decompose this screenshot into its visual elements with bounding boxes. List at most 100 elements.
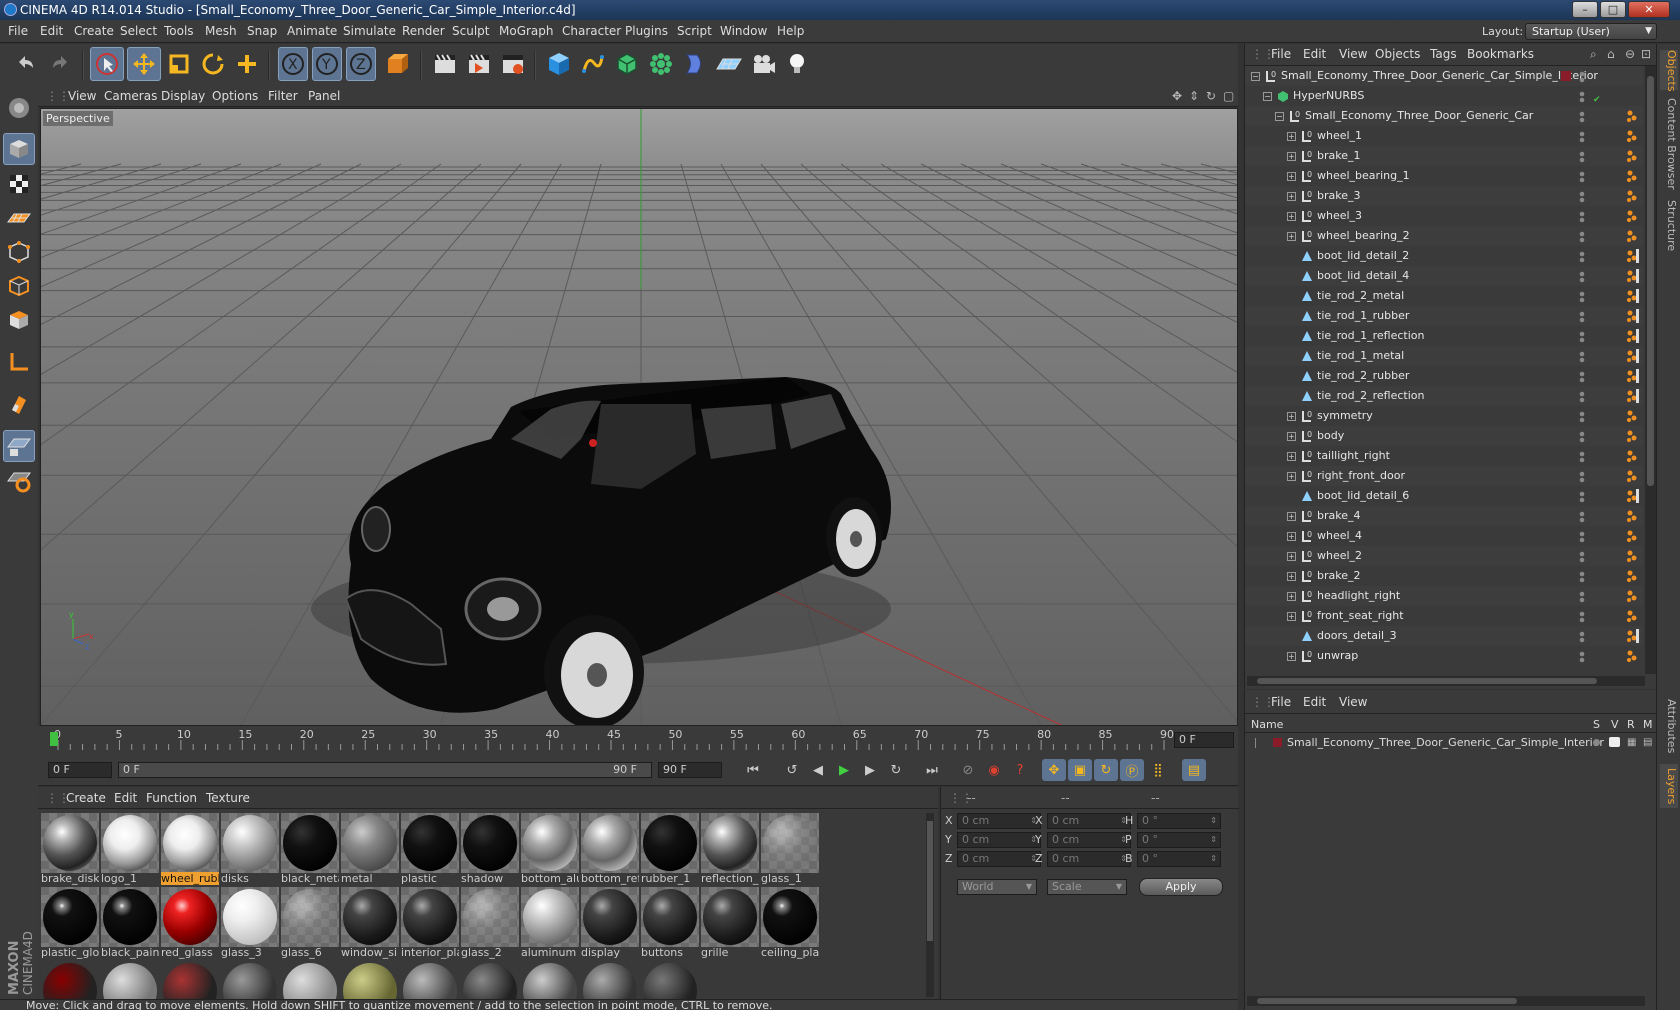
object-name[interactable]: wheel_bearing_2	[1317, 226, 1410, 246]
material-swatch-partial[interactable]	[160, 961, 220, 999]
object-name[interactable]: Small_Economy_Three_Door_Generic_Car	[1305, 106, 1533, 126]
maximize-button[interactable]: □	[1600, 1, 1626, 18]
visibility-dots[interactable]	[1579, 90, 1585, 103]
material-swatch[interactable]: glass_3	[220, 887, 280, 961]
stepper-arrows-icon[interactable]: ⇕	[1210, 814, 1217, 828]
layers-column-solo[interactable]: S	[1593, 717, 1600, 733]
visibility-dots[interactable]	[1579, 210, 1585, 223]
material-swatch[interactable]: logo_1	[100, 813, 160, 887]
material-swatch-partial[interactable]	[640, 961, 700, 999]
enabled-toggle[interactable]	[1593, 630, 1603, 642]
object-name[interactable]: headlight_right	[1317, 586, 1400, 606]
material-tag-icon[interactable]	[1625, 529, 1639, 543]
workplane-lock-button[interactable]	[3, 430, 35, 462]
visibility-dots[interactable]	[1579, 350, 1585, 363]
collapse-icon[interactable]: −	[1275, 112, 1284, 121]
menu-window[interactable]: Window	[720, 20, 767, 43]
stepper-arrows-icon[interactable]: ⇕	[1210, 852, 1217, 866]
menu-select[interactable]: Select	[120, 20, 157, 43]
object-name[interactable]: boot_lid_detail_2	[1317, 246, 1409, 266]
visibility-dots[interactable]	[1579, 630, 1585, 643]
visibility-dots[interactable]	[1579, 370, 1585, 383]
motion-path-button[interactable]: ⊘	[956, 759, 980, 781]
polygons-mode-button[interactable]	[3, 304, 35, 336]
material-tag-icon[interactable]	[1625, 329, 1639, 343]
menu-help[interactable]: Help	[777, 20, 804, 43]
texture-mode-button[interactable]	[3, 168, 35, 200]
object-row[interactable]: tie_rod_2_metal	[1245, 286, 1643, 306]
layers-column-name[interactable]: Name	[1251, 717, 1283, 733]
viewport-rotate-icon[interactable]: ↻	[1206, 86, 1216, 107]
material-swatch[interactable]: disks	[220, 813, 280, 887]
spline-pen-button[interactable]	[576, 47, 610, 81]
key-rotation-button[interactable]: ↻	[1094, 759, 1118, 781]
visibility-dots[interactable]	[1579, 410, 1585, 423]
material-swatch[interactable]: rubber_1	[640, 813, 700, 887]
expand-icon[interactable]: +	[1287, 512, 1296, 521]
expand-icon[interactable]: +	[1287, 612, 1296, 621]
edges-mode-button[interactable]	[3, 270, 35, 302]
object-name[interactable]: right_front_door	[1317, 466, 1405, 486]
object-row[interactable]: +0 right_front_door	[1245, 466, 1643, 486]
material-tag-icon[interactable]	[1625, 269, 1639, 283]
object-row[interactable]: +0 wheel_bearing_2	[1245, 226, 1643, 246]
objects-menu-view[interactable]: View	[1339, 44, 1367, 64]
enabled-toggle[interactable]	[1593, 310, 1603, 322]
manager-toggle-icon[interactable]: ▤	[1643, 734, 1652, 752]
expand-icon[interactable]: +	[1287, 212, 1296, 221]
menu-mograph[interactable]: MoGraph	[499, 20, 554, 43]
new-window-icon[interactable]: ⊡	[1641, 44, 1651, 64]
snap-button[interactable]	[3, 388, 35, 420]
current-frame-field[interactable]: 0 F	[1174, 732, 1234, 748]
object-name[interactable]: tie_rod_2_metal	[1317, 286, 1404, 306]
expand-icon[interactable]: +	[1287, 552, 1296, 561]
material-swatch-partial[interactable]	[400, 961, 460, 999]
material-swatch[interactable]: ceiling_pla	[760, 887, 820, 961]
object-name[interactable]: tie_rod_1_rubber	[1317, 306, 1409, 326]
object-name[interactable]: wheel_bearing_1	[1317, 166, 1410, 186]
material-tag-icon[interactable]	[1625, 289, 1639, 303]
coord-value-field[interactable]: 0 cm ⇕	[957, 813, 1041, 829]
expand-icon[interactable]: +	[1287, 572, 1296, 581]
visibility-dots[interactable]	[1579, 390, 1585, 403]
visibility-dots[interactable]	[1579, 310, 1585, 323]
timeline-button[interactable]: ▤	[1182, 759, 1206, 781]
viewport-menu-display[interactable]: Display	[161, 86, 205, 107]
rotate-tool-button[interactable]	[196, 47, 230, 81]
camera-button[interactable]	[746, 47, 780, 81]
object-row[interactable]: +0 wheel_4	[1245, 526, 1643, 546]
live-selection-button[interactable]	[90, 47, 124, 81]
world-select[interactable]: World ▼	[957, 879, 1037, 895]
expand-icon[interactable]: +	[1287, 592, 1296, 601]
layer-color-swatch[interactable]	[1273, 738, 1282, 747]
material-swatch[interactable]: metal	[340, 813, 400, 887]
material-tag-icon[interactable]	[1625, 469, 1639, 483]
menu-script[interactable]: Script	[677, 20, 712, 43]
material-swatch[interactable]: black_pain	[100, 887, 160, 961]
object-row[interactable]: tie_rod_2_reflection	[1245, 386, 1643, 406]
object-name[interactable]: wheel_3	[1317, 206, 1362, 226]
visibility-dots[interactable]	[1579, 70, 1585, 83]
coord-value-field[interactable]: 0 cm ⇕	[1047, 851, 1131, 867]
coord-value-field[interactable]: 0 cm ⇕	[1047, 813, 1131, 829]
collapse-icon[interactable]: −	[1251, 72, 1260, 81]
object-name[interactable]: symmetry	[1317, 406, 1373, 426]
object-row[interactable]: boot_lid_detail_2	[1245, 246, 1643, 266]
object-row[interactable]: +0 wheel_3	[1245, 206, 1643, 226]
menu-animate[interactable]: Animate	[287, 20, 337, 43]
edit-render-settings-button[interactable]	[496, 47, 530, 81]
collapse-icon[interactable]: −	[1263, 92, 1272, 101]
viewport-menu-panel[interactable]: Panel	[308, 86, 340, 107]
visibility-dots[interactable]	[1579, 550, 1585, 563]
object-name[interactable]: doors_detail_3	[1317, 626, 1397, 646]
material-tag-icon[interactable]	[1625, 509, 1639, 523]
enabled-toggle[interactable]	[1593, 170, 1603, 182]
material-swatch-partial[interactable]	[40, 961, 100, 999]
key-scale-button[interactable]: ▣	[1068, 759, 1092, 781]
object-name[interactable]: body	[1317, 426, 1344, 446]
scale-tool-button[interactable]	[162, 47, 196, 81]
enabled-toggle[interactable]	[1593, 610, 1603, 622]
material-tag-icon[interactable]	[1625, 649, 1639, 663]
record-button[interactable]: ◉	[982, 759, 1006, 781]
expand-icon[interactable]: +	[1287, 532, 1296, 541]
